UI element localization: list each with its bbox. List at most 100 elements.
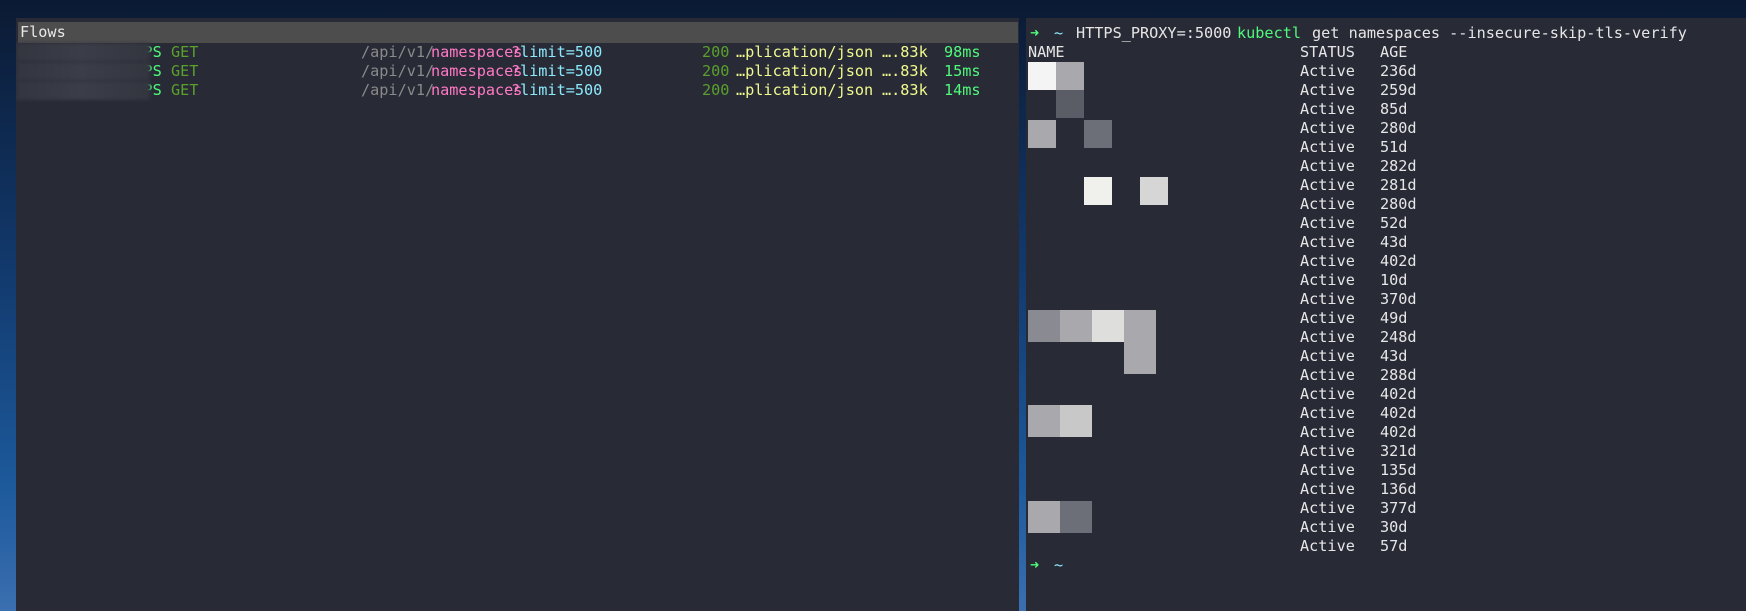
namespace-age: 280d	[1380, 195, 1417, 213]
namespace-status: Active	[1300, 157, 1355, 175]
flow-list: >>11:40:02HTTPSGET/api/v1/namespaces200……	[16, 43, 1019, 100]
flow-query-separator: ?	[511, 43, 521, 61]
namespace-age: 51d	[1380, 138, 1408, 156]
namespace-row: Active 321d	[1026, 442, 1746, 461]
prompt-arrow-icon: ➜	[1030, 24, 1040, 42]
flow-query-param: limit=500	[520, 62, 603, 80]
flow-size: ….83k	[882, 81, 928, 99]
flow-content-type: …plication/json	[736, 43, 874, 61]
namespace-age: 402d	[1380, 404, 1417, 422]
namespace-row: Active 136d	[1026, 480, 1746, 499]
namespace-age: 136d	[1380, 480, 1417, 498]
command-binary: kubectl	[1237, 24, 1302, 42]
namespace-status: Active	[1300, 404, 1355, 422]
flow-path-prefix: /api/v1/	[361, 81, 435, 99]
namespace-row: Active 236d	[1026, 62, 1746, 81]
namespace-row: Active 52d	[1026, 214, 1746, 233]
namespace-row: Active 43d	[1026, 347, 1746, 366]
header-name: NAME	[1028, 43, 1065, 61]
namespace-row: Active 259d	[1026, 81, 1746, 100]
namespace-row: Active 51d	[1026, 138, 1746, 157]
namespace-age: 259d	[1380, 81, 1417, 99]
flow-query-param: limit=500	[520, 81, 603, 99]
flow-query-param: limit=500	[520, 43, 603, 61]
namespace-row: Active 282d	[1026, 157, 1746, 176]
namespace-row: Active 370d	[1026, 290, 1746, 309]
flow-method: GET	[171, 62, 199, 80]
flow-path-prefix: /api/v1/	[361, 62, 435, 80]
flow-row[interactable]: 11:40:06HTTPSGET/api/v1/namespaces200…pl…	[16, 62, 1019, 81]
namespace-row: Active 30d	[1026, 518, 1746, 537]
flow-duration: 14ms	[944, 81, 981, 99]
namespace-status: Active	[1300, 290, 1355, 308]
namespace-status: Active	[1300, 271, 1355, 289]
namespace-status: Active	[1300, 214, 1355, 232]
namespace-table: Active 236d Active 259d Active 85d Active 280d A…	[1026, 62, 1746, 556]
namespace-status: Active	[1300, 461, 1355, 479]
namespace-age: 280d	[1380, 119, 1417, 137]
namespace-age: 377d	[1380, 499, 1417, 517]
header-status: STATUS	[1300, 43, 1355, 61]
flow-path-prefix: /api/v1/	[361, 43, 435, 61]
command-line: ➜ ~ HTTPS_PROXY=:5000 kubectl get namesp…	[1026, 24, 1746, 43]
prompt-arrow-icon: ➜	[1030, 556, 1040, 574]
namespace-age: 288d	[1380, 366, 1417, 384]
flow-query-separator: ?	[511, 62, 521, 80]
terminal-pane[interactable]: ➜ ~ HTTPS_PROXY=:5000 kubectl get namesp…	[1026, 18, 1746, 611]
namespace-row: Active 10d	[1026, 271, 1746, 290]
namespace-status: Active	[1300, 423, 1355, 441]
flow-host-redacted	[16, 43, 150, 62]
table-header: NAME STATUS AGE	[1026, 43, 1746, 62]
namespace-status: Active	[1300, 518, 1355, 536]
namespace-status: Active	[1300, 119, 1355, 137]
namespace-status: Active	[1300, 233, 1355, 251]
namespace-status: Active	[1300, 328, 1355, 346]
namespace-age: 10d	[1380, 271, 1408, 289]
namespace-age: 30d	[1380, 518, 1408, 536]
flow-method: GET	[171, 81, 199, 99]
flow-path-resource: namespaces	[431, 81, 523, 99]
namespace-status: Active	[1300, 480, 1355, 498]
flow-content-type: …plication/json	[736, 81, 874, 99]
command-args: get namespaces --insecure-skip-tls-verif…	[1312, 24, 1687, 42]
flow-row[interactable]: 11:40:40HTTPSGET/api/v1/namespaces200…pl…	[16, 81, 1019, 100]
namespace-status: Active	[1300, 442, 1355, 460]
final-prompt-line[interactable]: ➜ ~	[1026, 556, 1746, 575]
flow-row[interactable]: >>11:40:02HTTPSGET/api/v1/namespaces200……	[16, 43, 1019, 62]
namespace-row: Active 402d	[1026, 404, 1746, 423]
flow-content-type: …plication/json	[736, 62, 874, 80]
namespace-row: Active 377d	[1026, 499, 1746, 518]
namespace-status: Active	[1300, 252, 1355, 270]
namespace-age: 370d	[1380, 290, 1417, 308]
namespace-row: Active 135d	[1026, 461, 1746, 480]
namespace-age: 321d	[1380, 442, 1417, 460]
namespace-row: Active 49d	[1026, 309, 1746, 328]
namespace-age: 43d	[1380, 233, 1408, 251]
prompt-cwd: ~	[1054, 24, 1064, 42]
namespace-status: Active	[1300, 366, 1355, 384]
namespace-row: Active 280d	[1026, 119, 1746, 138]
flow-host-redacted	[16, 62, 150, 81]
flow-size: ….83k	[882, 62, 928, 80]
flow-path-resource: namespaces	[431, 62, 523, 80]
namespace-age: 402d	[1380, 252, 1417, 270]
namespace-age: 49d	[1380, 309, 1408, 327]
namespace-status: Active	[1300, 100, 1355, 118]
namespace-row: Active 85d	[1026, 100, 1746, 119]
command-env: HTTPS_PROXY=:5000	[1076, 24, 1232, 42]
header-age: AGE	[1380, 43, 1408, 61]
namespace-age: 236d	[1380, 62, 1417, 80]
flow-query-separator: ?	[511, 81, 521, 99]
namespace-status: Active	[1300, 537, 1355, 555]
namespace-age: 281d	[1380, 176, 1417, 194]
namespace-row: Active 402d	[1026, 385, 1746, 404]
namespace-row: Active 57d	[1026, 537, 1746, 556]
flow-status: 200	[702, 43, 730, 61]
namespace-status: Active	[1300, 176, 1355, 194]
namespace-age: 135d	[1380, 461, 1417, 479]
prompt-cwd: ~	[1054, 556, 1064, 574]
namespace-age: 43d	[1380, 347, 1408, 365]
namespace-status: Active	[1300, 138, 1355, 156]
mitmproxy-pane[interactable]: Flows >>11:40:02HTTPSGET/api/v1/namespac…	[16, 18, 1019, 611]
namespace-age: 57d	[1380, 537, 1408, 555]
